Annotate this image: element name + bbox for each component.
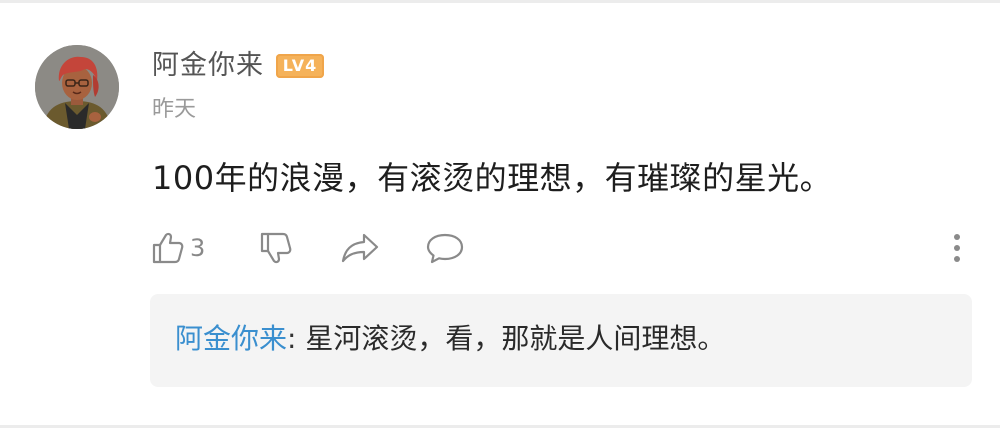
thumbs-up-icon	[152, 232, 184, 264]
dislike-button[interactable]	[258, 228, 294, 268]
top-divider	[0, 0, 1000, 3]
username[interactable]: 阿金你来	[152, 47, 264, 85]
share-arrow-icon	[341, 233, 379, 263]
comment-text: 100年的浪漫，有滚烫的理想，有璀璨的星光。	[152, 159, 833, 197]
reply-line: 阿金你来: 星河滚烫，看，那就是人间理想。	[175, 318, 725, 360]
avatar[interactable]	[35, 45, 119, 129]
more-vertical-icon	[954, 234, 960, 262]
like-button[interactable]: 3	[150, 228, 205, 268]
timestamp: 昨天	[152, 97, 197, 122]
share-button[interactable]	[340, 228, 380, 268]
like-count: 3	[190, 234, 206, 262]
action-bar: 3	[150, 228, 970, 268]
more-options-button[interactable]	[945, 228, 969, 268]
avatar-illustration	[35, 45, 119, 129]
reply-button[interactable]	[425, 228, 465, 268]
speech-bubble-icon	[426, 233, 464, 264]
reply-preview[interactable]: 阿金你来: 星河滚烫，看，那就是人间理想。	[150, 294, 972, 387]
level-badge: LV4	[276, 54, 324, 78]
thumbs-down-icon	[260, 232, 292, 264]
reply-separator: :	[287, 322, 306, 355]
reply-text: 星河滚烫，看，那就是人间理想。	[305, 322, 726, 355]
reply-author[interactable]: 阿金你来	[175, 322, 287, 355]
user-header: 阿金你来 LV4	[152, 47, 324, 85]
